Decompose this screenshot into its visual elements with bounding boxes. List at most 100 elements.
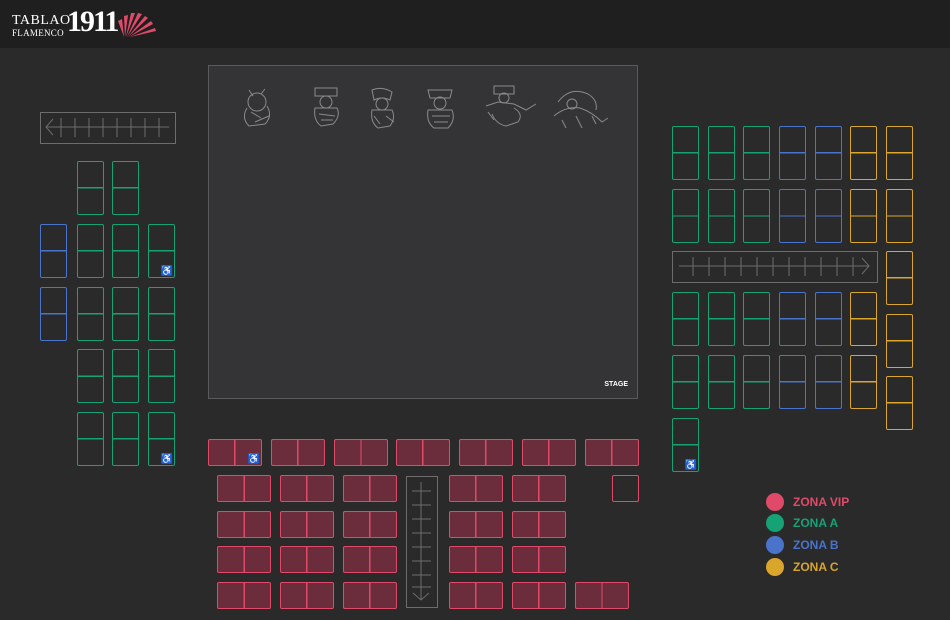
seat-table-vip[interactable] — [217, 511, 271, 538]
seat-table-zona-a[interactable] — [672, 355, 699, 409]
seat-table-zona-b[interactable] — [815, 355, 842, 409]
seat-table-zona-a[interactable] — [743, 189, 770, 243]
seat-table-zona-a[interactable] — [77, 412, 104, 466]
seat-table-vip[interactable] — [217, 475, 271, 502]
tablao-logo[interactable]: TABLAO FLAMENCO 1911 — [12, 5, 162, 42]
aisle-arrow-right — [672, 251, 878, 283]
seat-table-vip[interactable] — [280, 511, 334, 538]
seat-table-zona-a[interactable] — [112, 287, 139, 341]
aisle-arrow-down — [406, 476, 438, 608]
logo-number: 1911 — [67, 5, 119, 38]
fan-logo-icon — [118, 13, 156, 37]
legend-dot-zona-a — [766, 514, 784, 532]
seat-table-vip[interactable] — [217, 546, 271, 573]
logo-line2: FLAMENCO — [12, 28, 64, 38]
seat-table-zona-a[interactable] — [148, 287, 175, 341]
stage-label: STAGE — [604, 381, 628, 388]
seat-table-zona-b[interactable] — [779, 292, 806, 346]
seat-table-zona-a[interactable] — [743, 292, 770, 346]
seat-table-zona-a[interactable]: ♿ — [148, 412, 175, 466]
seat-table-zona-a[interactable] — [148, 349, 175, 403]
seat-table-vip[interactable] — [585, 439, 639, 466]
legend-label-vip: ZONA VIP — [793, 495, 850, 509]
seat-table-zona-a[interactable] — [672, 126, 699, 180]
seat-table-zona-c[interactable] — [886, 126, 913, 180]
seat-table-vip[interactable] — [343, 511, 397, 538]
seat-table-zona-a[interactable] — [77, 287, 104, 341]
seat-table-zona-c[interactable] — [886, 189, 913, 243]
header-bar: TABLAO FLAMENCO 1911 — [0, 0, 950, 48]
seat-table-vip[interactable] — [575, 582, 629, 609]
seat-table-zona-b[interactable] — [815, 189, 842, 243]
seat-table-zona-b[interactable] — [779, 355, 806, 409]
seat-table-zona-b[interactable] — [40, 224, 67, 278]
seat-table-zona-a[interactable]: ♿ — [672, 418, 699, 472]
seat-table-zona-a[interactable] — [112, 224, 139, 278]
seat-table-zona-a[interactable] — [672, 292, 699, 346]
seat-table-zona-a[interactable] — [743, 355, 770, 409]
seat-table-zona-b[interactable] — [815, 126, 842, 180]
legend-item-zona-a: ZONA A — [766, 514, 926, 532]
seat-table-zona-c[interactable] — [886, 376, 913, 430]
seat-table-zona-b[interactable] — [815, 292, 842, 346]
legend-dot-vip — [766, 493, 784, 511]
seat-table-vip[interactable] — [396, 439, 450, 466]
seat-table-vip[interactable] — [449, 511, 503, 538]
seat-table-vip[interactable] — [449, 582, 503, 609]
seat-table-vip[interactable] — [612, 475, 639, 502]
seat-table-vip[interactable] — [459, 439, 513, 466]
seat-table-vip[interactable] — [217, 582, 271, 609]
seat-table-zona-a[interactable] — [77, 224, 104, 278]
arrow-left-icon — [45, 118, 169, 137]
seat-table-vip[interactable] — [334, 439, 388, 466]
aisle-arrow-left — [40, 112, 176, 144]
legend-label-zona-b: ZONA B — [793, 538, 839, 552]
seat-table-vip[interactable] — [343, 475, 397, 502]
seat-table-zona-b[interactable] — [779, 189, 806, 243]
seat-table-zona-c[interactable] — [886, 314, 913, 368]
seat-table-vip[interactable] — [512, 546, 566, 573]
seat-table-zona-c[interactable] — [850, 292, 877, 346]
seat-table-zona-a[interactable] — [112, 349, 139, 403]
seat-table-zona-a[interactable] — [708, 292, 735, 346]
seat-table-zona-b[interactable] — [779, 126, 806, 180]
arrow-right-icon — [679, 257, 870, 276]
seat-table-zona-c[interactable] — [850, 189, 877, 243]
seat-table-vip[interactable] — [512, 475, 566, 502]
seat-table-vip[interactable] — [343, 582, 397, 609]
seat-table-zona-a[interactable] — [708, 126, 735, 180]
seat-table-zona-a[interactable]: ♿ — [148, 224, 175, 278]
seat-table-zona-a[interactable] — [743, 126, 770, 180]
seat-table-vip[interactable] — [280, 546, 334, 573]
seat-table-zona-c[interactable] — [850, 126, 877, 180]
wheelchair-icon: ♿ — [160, 266, 173, 277]
logo-line1: TABLAO — [12, 13, 71, 28]
seat-table-zona-a[interactable] — [112, 412, 139, 466]
arrow-down-icon — [412, 482, 431, 601]
stage-area: STAGE — [208, 65, 638, 399]
seat-table-zona-c[interactable] — [850, 355, 877, 409]
seat-table-vip[interactable] — [512, 511, 566, 538]
seat-table-zona-a[interactable] — [112, 161, 139, 215]
seat-table-zona-c[interactable] — [886, 251, 913, 305]
seat-table-vip[interactable] — [522, 439, 576, 466]
seat-table-zona-a[interactable] — [708, 189, 735, 243]
seat-table-vip[interactable] — [449, 475, 503, 502]
seat-table-vip[interactable] — [343, 546, 397, 573]
legend-dot-zona-c — [766, 558, 784, 576]
dancer-illustration-icon — [243, 85, 609, 129]
seat-table-zona-a[interactable] — [708, 355, 735, 409]
legend-item-zona-b: ZONA B — [766, 536, 926, 554]
seat-table-vip[interactable] — [271, 439, 325, 466]
seat-table-zona-a[interactable] — [77, 349, 104, 403]
seat-table-vip[interactable] — [449, 546, 503, 573]
seat-table-zona-a[interactable] — [672, 189, 699, 243]
seat-table-zona-a[interactable] — [77, 161, 104, 215]
legend-item-vip: ZONA VIP — [766, 493, 926, 511]
seat-table-vip[interactable] — [512, 582, 566, 609]
seat-table-vip[interactable] — [280, 475, 334, 502]
seat-table-vip[interactable]: ♿ — [208, 439, 262, 466]
legend-label-zona-a: ZONA A — [793, 516, 839, 530]
seat-table-zona-b[interactable] — [40, 287, 67, 341]
seat-table-vip[interactable] — [280, 582, 334, 609]
